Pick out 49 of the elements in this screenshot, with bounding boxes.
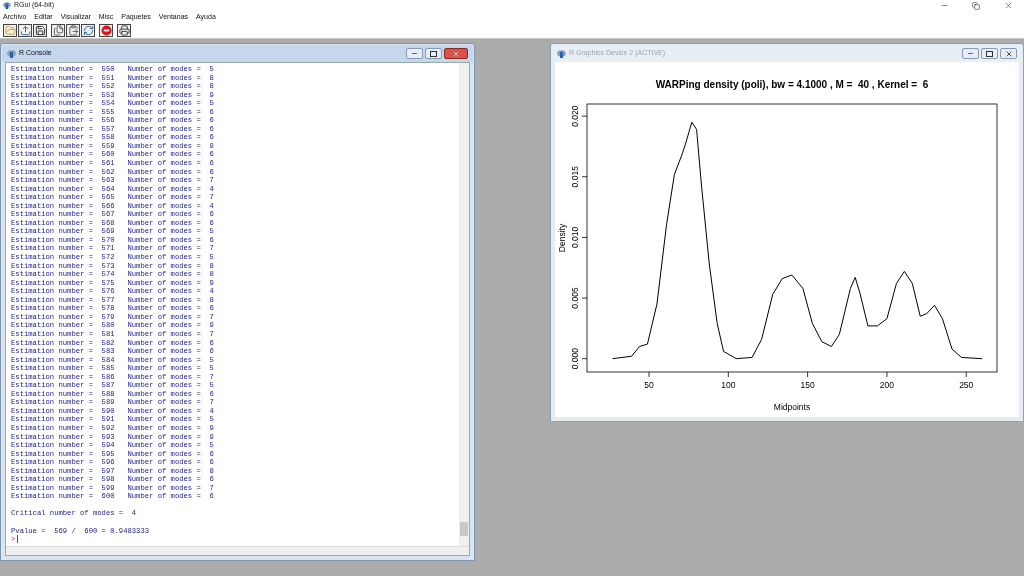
y-tick-label: 0.015 xyxy=(570,166,580,188)
close-icon xyxy=(1003,1,1013,10)
maximize-icon xyxy=(986,50,993,57)
toolbar-button[interactable] xyxy=(99,24,113,37)
vertical-scrollbar[interactable] xyxy=(459,63,469,546)
x-axis-label: Midpoints xyxy=(773,402,811,412)
toolbar-button[interactable] xyxy=(117,24,131,37)
maximize-button[interactable] xyxy=(981,48,998,59)
toolbar-button[interactable] xyxy=(51,24,65,37)
text-cursor xyxy=(17,535,19,544)
maximize-button[interactable] xyxy=(425,48,442,59)
toolbar-button[interactable] xyxy=(18,24,32,37)
refresh-icon xyxy=(82,25,94,36)
minimize-button[interactable] xyxy=(406,48,423,59)
y-axis-label: Density xyxy=(557,223,567,253)
maximize-icon xyxy=(430,50,437,57)
toolbar-button[interactable] xyxy=(33,24,47,37)
chart-title: WARPing density (poli), bw = 4.1000 , M = 40 , Kernel = 6 xyxy=(655,79,929,90)
toolbar-button[interactable] xyxy=(66,24,80,37)
minimize-button[interactable] xyxy=(962,48,979,59)
save-icon xyxy=(34,25,46,36)
y-tick-label: 0.005 xyxy=(570,287,580,309)
x-tick-label: 200 xyxy=(879,380,894,390)
y-tick-label: 0.020 xyxy=(570,105,580,127)
horizontal-scrollbar[interactable] xyxy=(6,546,469,555)
printer-icon xyxy=(118,25,130,36)
close-icon xyxy=(1004,49,1013,58)
close-button[interactable] xyxy=(444,48,468,59)
restore-icon xyxy=(972,1,980,10)
stop-icon xyxy=(100,25,112,36)
paste-icon xyxy=(67,25,79,36)
r-logo-icon xyxy=(3,2,11,9)
close-icon xyxy=(452,49,460,58)
y-tick-label: 0.000 xyxy=(570,348,580,370)
upload-icon xyxy=(19,25,31,36)
folder-icon xyxy=(4,25,16,36)
r-logo-icon xyxy=(7,49,16,58)
x-tick-label: 50 xyxy=(644,380,654,390)
toolbar-button[interactable] xyxy=(81,24,95,37)
minimize-icon xyxy=(967,50,974,57)
x-tick-label: 100 xyxy=(721,380,736,390)
r-logo-icon xyxy=(557,49,566,58)
x-tick-label: 150 xyxy=(800,380,815,390)
copy-icon xyxy=(52,25,64,36)
minimize-icon xyxy=(411,50,418,57)
toolbar-button[interactable] xyxy=(3,24,17,37)
y-tick-label: 0.010 xyxy=(570,226,580,249)
x-tick-label: 250 xyxy=(959,380,974,390)
close-button[interactable] xyxy=(1000,48,1017,59)
